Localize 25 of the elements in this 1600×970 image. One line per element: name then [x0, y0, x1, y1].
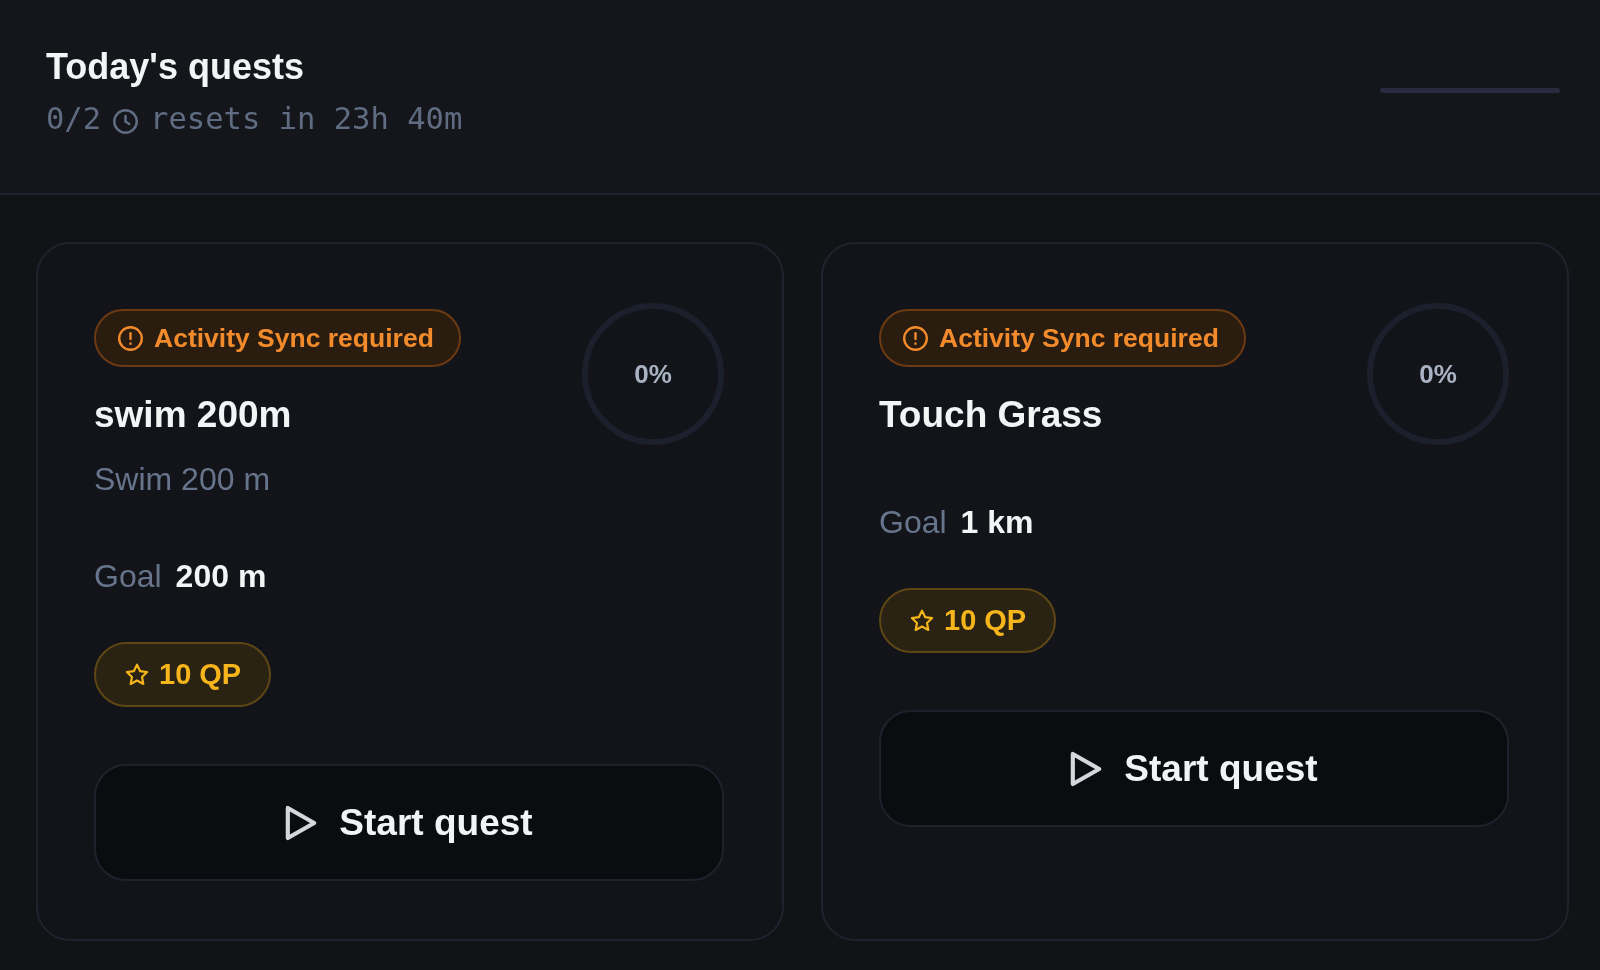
- reward-points: 10 QP: [159, 658, 242, 691]
- star-icon: [125, 662, 149, 687]
- goal-label: Goal: [94, 557, 162, 596]
- play-icon: [285, 804, 318, 841]
- progress-percent: 0%: [1419, 358, 1457, 390]
- star-icon: [910, 608, 934, 633]
- goal-value: 200 m: [175, 557, 267, 596]
- page-title: Today's quests: [46, 47, 305, 87]
- quest-title: swim 200m: [94, 393, 292, 437]
- warning-text: Activity Sync required: [939, 322, 1219, 354]
- progress-percent: 0%: [634, 358, 672, 390]
- play-icon: [1070, 750, 1103, 787]
- alert-icon: [903, 325, 928, 351]
- reset-timer: resets in 23h 40m: [150, 101, 463, 137]
- clock-icon: [113, 108, 139, 134]
- completed-count: 0/2: [46, 101, 102, 137]
- goal-value: 1 km: [960, 503, 1034, 542]
- quest-description: Swim 200 m: [94, 460, 271, 499]
- reward-points: 10 QP: [944, 604, 1027, 637]
- goal-label: Goal: [879, 503, 947, 542]
- alert-icon: [118, 325, 143, 351]
- quest-title: Touch Grass: [879, 393, 1103, 437]
- start-quest-button[interactable]: Start quest: [94, 764, 724, 881]
- warning-text: Activity Sync required: [154, 322, 434, 354]
- start-quest-button[interactable]: Start quest: [879, 710, 1509, 827]
